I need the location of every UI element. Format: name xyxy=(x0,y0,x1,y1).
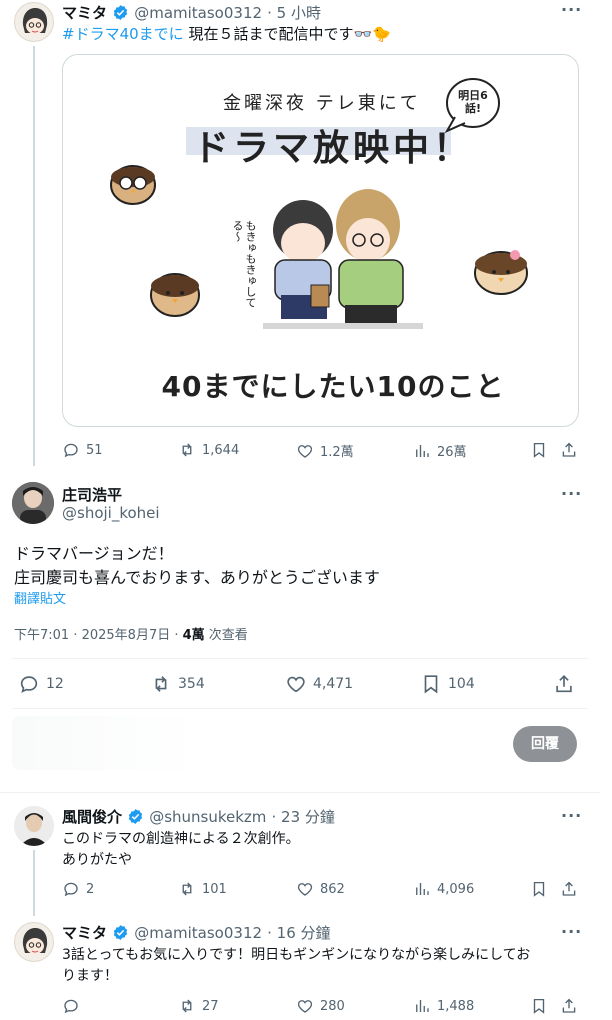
views-button[interactable]: 1,488 xyxy=(413,997,474,1015)
repost-button[interactable]: 101 xyxy=(178,880,227,898)
translate-link[interactable]: 翻譯貼文 xyxy=(14,588,66,607)
post-text-line2: ります！ xyxy=(62,968,118,984)
verified-badge-icon xyxy=(112,4,129,21)
avatar-shoji[interactable] xyxy=(12,482,54,524)
author-handle[interactable]: @mamitaso0312 xyxy=(134,924,262,942)
views-button[interactable]: 26萬 xyxy=(413,441,467,460)
bookmark-button[interactable] xyxy=(530,880,554,898)
bottom-title-text: 40までにしたい10のこと xyxy=(161,370,505,403)
views-button[interactable]: 4,096 xyxy=(413,880,474,898)
post-timestamp[interactable]: 下午7:01 · 2025年8月7日 · xyxy=(14,628,183,643)
share-button[interactable] xyxy=(560,997,584,1015)
reply-composer-placeholder[interactable] xyxy=(12,716,202,770)
repost-count: 101 xyxy=(202,881,227,897)
post-time[interactable]: · 5 小時 xyxy=(267,4,321,22)
reply-count: 2 xyxy=(86,881,95,897)
author-name[interactable]: マミタ xyxy=(62,924,107,942)
more-options-icon[interactable]: ··· xyxy=(561,922,582,941)
like-count: 862 xyxy=(320,881,345,897)
divider xyxy=(12,708,588,709)
bookmark-button[interactable] xyxy=(530,441,554,459)
bookmark-button[interactable] xyxy=(530,997,554,1015)
repost-count: 27 xyxy=(202,998,219,1014)
share-button[interactable] xyxy=(560,880,584,898)
post-time[interactable]: · 16 分鐘 xyxy=(267,924,330,942)
share-button[interactable] xyxy=(553,673,581,695)
post-text-line2: ありがたや xyxy=(62,852,132,868)
like-button[interactable]: 4,471 xyxy=(285,673,353,695)
avatar-kazama[interactable] xyxy=(14,806,54,846)
repost-button[interactable]: 354 xyxy=(150,673,205,695)
side-text: もきゅもきゅしてる〜 xyxy=(231,220,257,308)
author-name[interactable]: マミタ xyxy=(62,4,107,22)
like-button[interactable]: 862 xyxy=(296,880,345,898)
bubble-text: 明日6話! xyxy=(458,89,488,115)
avatar-mamita[interactable] xyxy=(14,2,54,42)
reply-button-primary[interactable]: 回覆 xyxy=(513,726,577,762)
share-button[interactable] xyxy=(560,441,584,459)
reply-button[interactable]: 2 xyxy=(62,880,94,898)
verified-badge-icon xyxy=(127,808,144,825)
like-count: 1.2萬 xyxy=(320,445,354,460)
more-options-icon[interactable]: ··· xyxy=(561,0,582,19)
divider xyxy=(0,792,600,793)
author-handle[interactable]: @shunsukekzm xyxy=(149,808,266,826)
more-options-icon[interactable]: ··· xyxy=(561,806,582,825)
banner-top-text: 金曜深夜 テレ東にて xyxy=(223,93,421,114)
author-handle[interactable]: @mamitaso0312 xyxy=(134,4,262,22)
bookmark-count: 104 xyxy=(448,676,475,692)
post-text: 現在５話まで配信中です👓🐤 xyxy=(188,25,391,43)
reply-count: 51 xyxy=(86,442,103,458)
more-options-icon[interactable]: ··· xyxy=(561,484,582,503)
thread-line xyxy=(33,46,35,466)
like-count: 4,471 xyxy=(313,676,354,692)
bookmark-button[interactable]: 104 xyxy=(420,673,475,695)
like-button[interactable]: 280 xyxy=(296,997,345,1015)
post-time[interactable]: · 23 分鐘 xyxy=(272,808,335,826)
hashtag-link[interactable]: #ドラマ40までに xyxy=(62,25,184,43)
post-text-line1: このドラマの創造神による２次創作。 xyxy=(62,831,300,847)
repost-button[interactable]: 27 xyxy=(178,997,219,1015)
like-button[interactable]: 1.2萬 xyxy=(296,441,354,460)
post-image[interactable]: 金曜深夜 テレ東にて ドラマ放映中！ 明日6話! もきゅもきゅしてる〜 40まで… xyxy=(62,54,579,427)
avatar-mamita[interactable] xyxy=(14,922,54,962)
reply-button[interactable] xyxy=(62,997,86,1015)
repost-count: 1,644 xyxy=(202,442,240,458)
banner-main-text: ドラマ放映中！ xyxy=(193,128,474,169)
author-name[interactable]: 庄司浩平 xyxy=(62,484,122,505)
repost-count: 354 xyxy=(178,676,205,692)
reply-button[interactable]: 51 xyxy=(62,441,103,459)
repost-button[interactable]: 1,644 xyxy=(178,441,239,459)
divider xyxy=(12,658,588,659)
thread-line xyxy=(33,850,35,916)
post-text-line1: 3話とってもお気に入りです！明日もギンギンになりながら楽しみにしてお xyxy=(62,947,531,963)
like-count: 280 xyxy=(320,998,345,1014)
author-handle[interactable]: @shoji_kohei xyxy=(62,504,160,522)
reply-count: 12 xyxy=(46,676,64,692)
reply-button[interactable]: 12 xyxy=(18,673,64,695)
post-text-line1: ドラマバージョンだ！ xyxy=(14,544,174,563)
views-count: 1,488 xyxy=(437,998,475,1014)
views-count-bold: 4萬 xyxy=(182,628,205,643)
verified-badge-icon xyxy=(112,924,129,941)
views-label: 次查看 xyxy=(204,628,248,643)
views-count: 26萬 xyxy=(437,445,467,460)
author-name[interactable]: 風間俊介 xyxy=(62,808,122,826)
views-count: 4,096 xyxy=(437,881,475,897)
post-text-line2: 庄司慶司も喜んでおります、ありがとうございます xyxy=(14,568,380,587)
